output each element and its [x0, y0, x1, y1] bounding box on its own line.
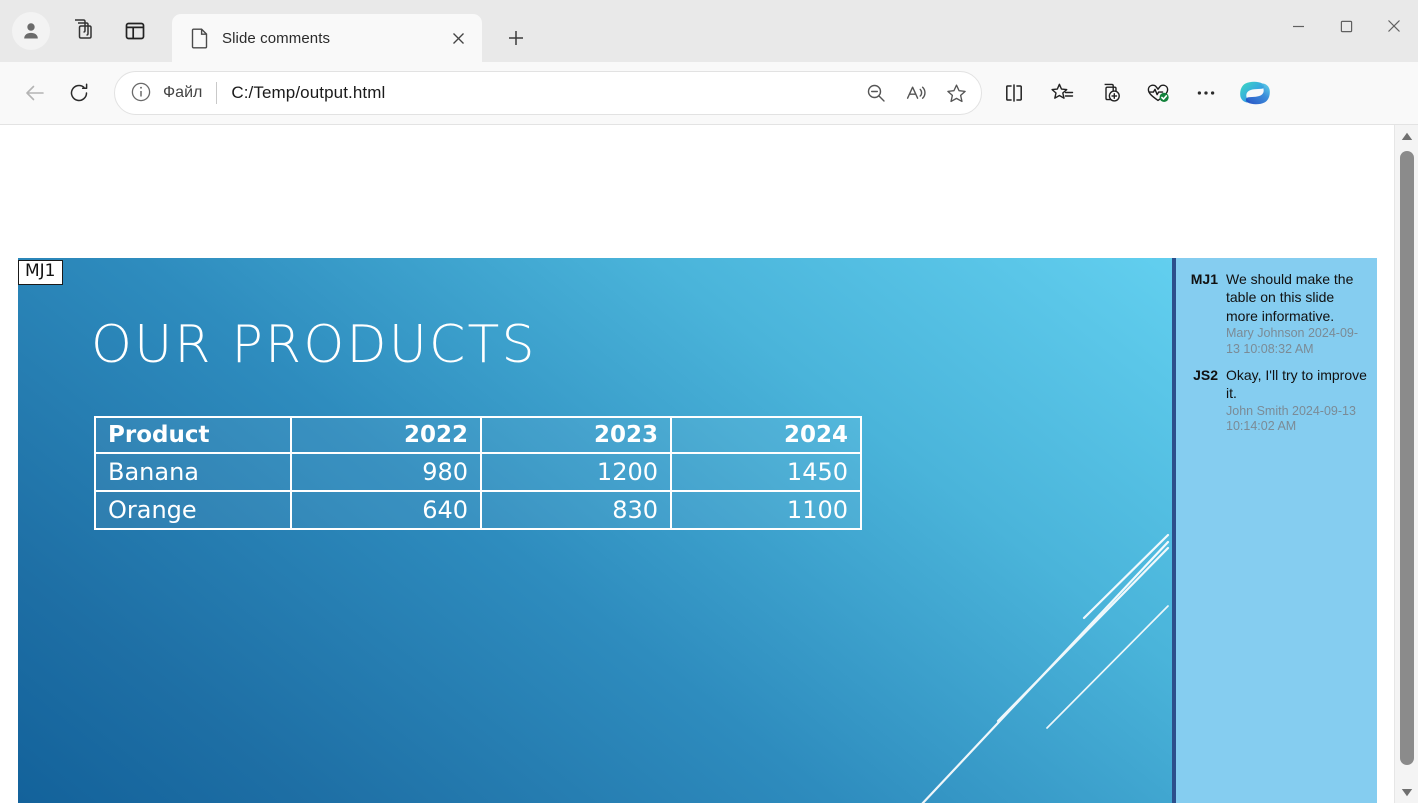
avatar — [12, 12, 50, 50]
scroll-up-button[interactable] — [1395, 125, 1418, 147]
address-separator — [216, 82, 217, 104]
copilot-button[interactable] — [1232, 70, 1278, 116]
split-screen-button[interactable] — [992, 72, 1036, 114]
comment-meta: Mary Johnson 2024-09-13 10:08:32 AM — [1226, 326, 1367, 357]
slide-title: OUR PRODUCTS — [91, 315, 537, 375]
table-header-2024: 2024 — [671, 417, 861, 453]
comment-text: Okay, I'll try to improve it. — [1226, 366, 1367, 403]
profile-button[interactable] — [8, 8, 54, 54]
comment-meta: John Smith 2024-09-13 10:14:02 AM — [1226, 404, 1367, 435]
table-header-2023: 2023 — [481, 417, 671, 453]
browser-window: Slide comments — [0, 0, 1418, 803]
comment-body: We should make the table on this slide m… — [1218, 270, 1367, 358]
collections-icon — [1050, 81, 1075, 106]
table-row: Banana 980 1200 1450 — [95, 453, 861, 491]
add-to-collection-button[interactable] — [1088, 72, 1132, 114]
tab-actions-button[interactable] — [112, 8, 158, 54]
comment-initials: JS2 — [1184, 366, 1218, 435]
browser-essentials-icon — [1145, 80, 1171, 106]
products-table: Product 2022 2023 2024 Banana 980 1200 — [94, 416, 862, 530]
table-cell-product: Orange — [95, 491, 291, 529]
zoom-out-icon[interactable] — [857, 74, 895, 112]
scroll-down-button[interactable] — [1395, 781, 1418, 803]
slide: OUR PRODUCTS Product 2022 2023 2024 — [18, 258, 1172, 803]
slide-container: OUR PRODUCTS Product 2022 2023 2024 — [18, 258, 1172, 803]
workspaces-icon — [70, 18, 96, 44]
settings-and-more-button[interactable] — [1184, 72, 1228, 114]
copilot-icon — [1238, 78, 1272, 108]
add-to-collection-icon — [1098, 81, 1123, 106]
tab-strip-left-buttons — [8, 0, 158, 62]
back-arrow-icon — [23, 81, 47, 105]
page-content: OUR PRODUCTS Product 2022 2023 2024 — [0, 125, 1394, 803]
address-scheme-label: Файл — [163, 84, 202, 102]
scrollbar-track[interactable] — [1395, 147, 1418, 781]
browser-toolbar-buttons — [992, 70, 1278, 116]
chevron-down-icon — [1401, 788, 1413, 797]
refresh-button[interactable] — [58, 72, 100, 114]
table-cell-2024: 1100 — [671, 491, 861, 529]
address-bar-actions — [857, 74, 975, 112]
page-viewport: OUR PRODUCTS Product 2022 2023 2024 — [0, 124, 1418, 803]
table-header: Product 2022 2023 2024 — [95, 417, 861, 453]
comment-body: Okay, I'll try to improve it. John Smith… — [1218, 366, 1367, 435]
table-header-2022: 2022 — [291, 417, 481, 453]
collections-button[interactable] — [1040, 72, 1084, 114]
new-tab-button[interactable] — [496, 18, 536, 58]
info-circle-icon[interactable] — [129, 80, 155, 106]
read-aloud-icon[interactable] — [897, 74, 935, 112]
split-screen-icon — [1002, 81, 1026, 105]
address-bar[interactable]: Файл C:/Temp/output.html — [114, 71, 982, 115]
table-cell-2022: 980 — [291, 453, 481, 491]
navigation-toolbar: Файл C:/Temp/output.html — [0, 62, 1418, 124]
chevron-up-icon — [1401, 132, 1413, 141]
comment-initials: MJ1 — [1184, 270, 1218, 358]
maximize-button[interactable] — [1322, 0, 1370, 52]
ellipsis-icon — [1195, 82, 1217, 104]
document-icon — [190, 27, 210, 49]
tab-slide-comments[interactable]: Slide comments — [172, 14, 482, 62]
address-url-text[interactable]: C:/Temp/output.html — [231, 83, 857, 103]
comments-panel: MJ1 We should make the table on this sli… — [1172, 258, 1377, 803]
table-header-product: Product — [95, 417, 291, 453]
refresh-icon — [67, 81, 91, 105]
table-cell-2023: 1200 — [481, 453, 671, 491]
close-window-button[interactable] — [1370, 0, 1418, 52]
workspaces-button[interactable] — [60, 8, 106, 54]
comment-text: We should make the table on this slide m… — [1226, 270, 1367, 325]
scrollbar-thumb[interactable] — [1400, 151, 1414, 765]
table-cell-2024: 1450 — [671, 453, 861, 491]
comment-item[interactable]: JS2 Okay, I'll try to improve it. John S… — [1184, 366, 1367, 435]
page-scrollbar[interactable] — [1394, 125, 1418, 803]
comment-anchor-badge[interactable]: MJ1 — [18, 260, 63, 285]
tab-title: Slide comments — [222, 30, 444, 47]
browser-essentials-button[interactable] — [1136, 72, 1180, 114]
table-body: Banana 980 1200 1450 Orange 640 830 1100 — [95, 453, 861, 529]
window-controls — [1274, 0, 1418, 52]
table-cell-2023: 830 — [481, 491, 671, 529]
minimize-button[interactable] — [1274, 0, 1322, 52]
table-cell-2022: 640 — [291, 491, 481, 529]
table-header-row: Product 2022 2023 2024 — [95, 417, 861, 453]
back-button[interactable] — [14, 72, 56, 114]
table-row: Orange 640 830 1100 — [95, 491, 861, 529]
tab-strip: Slide comments — [0, 0, 1418, 62]
close-tab-icon[interactable] — [444, 24, 472, 52]
favorite-star-icon[interactable] — [937, 74, 975, 112]
comment-item[interactable]: MJ1 We should make the table on this sli… — [1184, 270, 1367, 358]
split-pane-icon — [123, 19, 147, 43]
table-cell-product: Banana — [95, 453, 291, 491]
person-icon — [19, 19, 43, 43]
